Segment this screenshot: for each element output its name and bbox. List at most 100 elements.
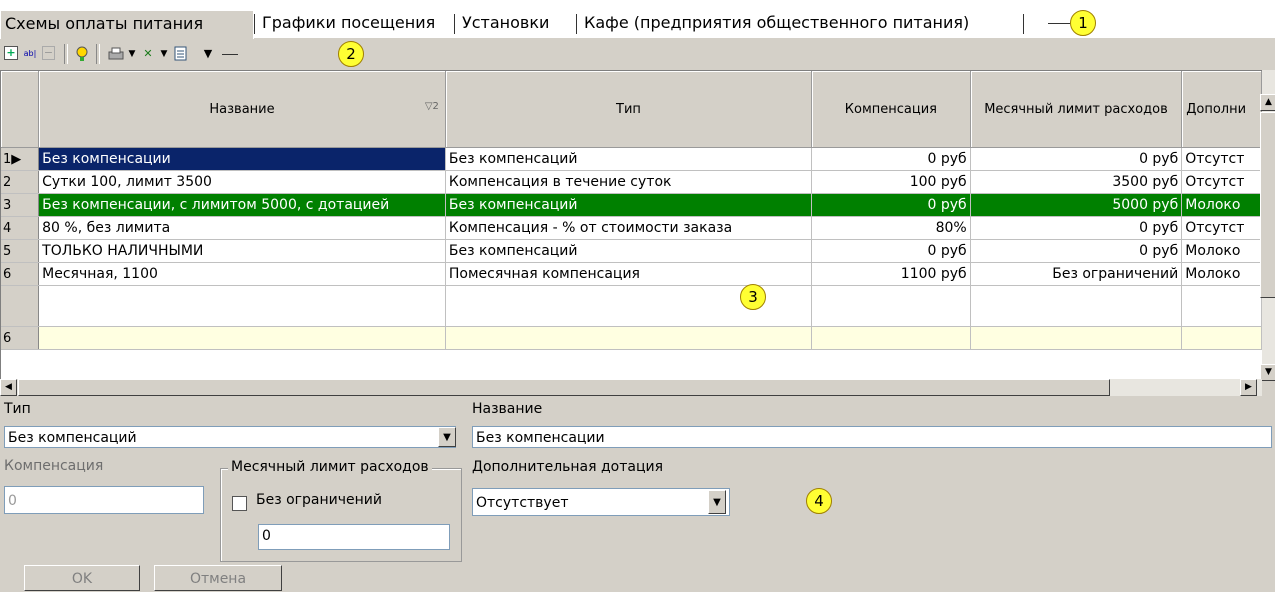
callout-pointer — [1048, 23, 1070, 24]
empty-cell — [970, 285, 1183, 327]
empty-cell — [38, 285, 446, 327]
cell-compensation[interactable]: 0 руб — [811, 239, 971, 263]
cell-type[interactable]: Без компенсаций — [445, 193, 813, 217]
cell-name[interactable]: Месячная, 1100 — [38, 262, 446, 286]
cell-monthly-limit[interactable]: Без ограничений — [970, 262, 1183, 286]
name-label: Название — [472, 401, 543, 417]
cell-type[interactable]: Компенсация в течение суток — [445, 170, 813, 194]
row-number — [1, 285, 40, 327]
cell-compensation[interactable]: 80% — [811, 216, 971, 240]
add-record-icon[interactable]: + — [4, 46, 18, 60]
chevron-down-icon[interactable]: ▼ — [124, 46, 140, 62]
scroll-thumb[interactable] — [1260, 112, 1275, 298]
cell-monthly-limit[interactable]: 3500 руб — [970, 170, 1183, 194]
tab-cafe[interactable]: Кафе (предприятия общественного питания) — [580, 10, 973, 36]
chevron-down-icon[interactable]: ▼ — [438, 427, 456, 447]
scroll-up-icon[interactable]: ▲ — [1260, 94, 1275, 111]
cell-compensation[interactable]: 0 руб — [811, 193, 971, 217]
delete-icon[interactable]: − — [42, 46, 55, 60]
cell-monthly-limit[interactable]: 0 руб — [970, 147, 1183, 171]
cell-extra[interactable]: Молоко — [1181, 239, 1262, 263]
toolbar: + ab| − ▼ ✕ ▼ ▼ 2 — [0, 38, 1275, 70]
unlimited-label: Без ограничений — [256, 492, 382, 508]
rename-icon[interactable]: ab| — [22, 46, 38, 62]
column-header-label: Название — [209, 101, 275, 117]
column-header-compensation[interactable]: Компенсация — [811, 71, 971, 148]
table-row[interactable]: 5 ТОЛЬКО НАЛИЧНЫМИ Без компенсаций 0 руб… — [1, 239, 1262, 263]
cell-name[interactable]: 80 %, без лимита — [38, 216, 446, 240]
tab-divider — [1023, 14, 1024, 34]
column-header-type[interactable]: Тип — [445, 71, 813, 148]
row-number: 4 — [1, 216, 40, 240]
horizontal-scrollbar[interactable]: ◀ ▶ — [0, 379, 1262, 396]
column-header-name[interactable]: Название ▽2 — [38, 71, 446, 148]
row-count: 6 — [1, 326, 40, 350]
unlimited-checkbox[interactable] — [232, 496, 247, 511]
cell-compensation[interactable]: 100 руб — [811, 170, 971, 194]
callout-pointer — [222, 54, 238, 55]
cell-type[interactable]: Без компенсаций — [445, 147, 813, 171]
monthly-limit-input[interactable]: 0 — [258, 524, 450, 550]
cell-extra[interactable]: Отсутст — [1181, 216, 1262, 240]
extra-subsidy-label: Дополнительная дотация — [472, 459, 664, 475]
table-row[interactable]: 1▶ Без компенсации Без компенсаций 0 руб… — [1, 147, 1262, 171]
cancel-button[interactable]: Отмена — [154, 565, 282, 591]
cell-monthly-limit[interactable]: 5000 руб — [970, 193, 1183, 217]
tab-attendance-schedules[interactable]: Графики посещения — [258, 10, 439, 36]
summary-row: 6 — [1, 326, 1262, 350]
payment-schemes-window: Схемы оплаты питания Графики посещения У… — [0, 8, 1275, 592]
sort-desc-icon: ▽2 — [424, 101, 439, 112]
chevron-down-icon[interactable]: ▼ — [708, 490, 726, 514]
summary-cell — [970, 326, 1183, 350]
scroll-thumb[interactable] — [18, 379, 1110, 396]
table-row[interactable]: 3 Без компенсации, с лимитом 5000, с дот… — [1, 193, 1262, 217]
ok-button[interactable]: OK — [24, 565, 140, 591]
cell-type[interactable]: Без компенсаций — [445, 239, 813, 263]
type-select[interactable]: Без компенсаций — [4, 426, 456, 448]
tab-payment-schemes[interactable]: Схемы оплаты питания — [0, 10, 254, 39]
table-row[interactable]: 6 Месячная, 1100 Помесячная компенсация … — [1, 262, 1262, 286]
vertical-scrollbar[interactable]: ▲ ▼ — [1260, 70, 1275, 381]
cell-compensation[interactable]: 1100 руб — [811, 262, 971, 286]
print-icon[interactable] — [108, 46, 124, 62]
callout-2: 2 — [338, 41, 364, 67]
cell-extra[interactable]: Молоко — [1181, 262, 1262, 286]
table-row[interactable]: 2 Сутки 100, лимит 3500 Компенсация в те… — [1, 170, 1262, 194]
compensation-input[interactable]: 0 — [4, 486, 204, 514]
name-input[interactable]: Без компенсации — [472, 426, 1272, 448]
empty-row — [1, 285, 1262, 327]
cell-extra[interactable]: Отсутст — [1181, 147, 1262, 171]
empty-cell — [1181, 285, 1262, 327]
cell-type[interactable]: Компенсация - % от стоимости заказа — [445, 216, 813, 240]
cell-extra[interactable]: Молоко — [1181, 193, 1262, 217]
callout-1: 1 — [1070, 10, 1096, 36]
cell-extra[interactable]: Отсутст — [1181, 170, 1262, 194]
cell-name[interactable]: ТОЛЬКО НАЛИЧНЫМИ — [38, 239, 446, 263]
column-header-extra[interactable]: Дополни — [1181, 71, 1262, 148]
cell-compensation[interactable]: 0 руб — [811, 147, 971, 171]
excel-export-icon[interactable]: ✕ — [140, 46, 156, 62]
compensation-label: Компенсация — [4, 458, 104, 474]
tab-settings[interactable]: Установки — [458, 10, 553, 36]
scroll-left-icon[interactable]: ◀ — [0, 379, 17, 396]
cell-monthly-limit[interactable]: 0 руб — [970, 239, 1183, 263]
type-label: Тип — [4, 401, 31, 417]
row-header-corner — [1, 71, 40, 148]
summary-cell — [1181, 326, 1262, 350]
summary-cell — [811, 326, 971, 350]
cell-name[interactable]: Без компенсации — [38, 147, 446, 171]
cell-type[interactable]: Помесячная компенсация — [445, 262, 813, 286]
tip-icon[interactable] — [74, 46, 90, 62]
chevron-down-icon[interactable]: ▼ — [156, 46, 172, 62]
monthly-limit-group-label: Месячный лимит расходов — [228, 459, 432, 475]
cell-name[interactable]: Без компенсации, с лимитом 5000, с дотац… — [38, 193, 446, 217]
cell-name[interactable]: Сутки 100, лимит 3500 — [38, 170, 446, 194]
cell-monthly-limit[interactable]: 0 руб — [970, 216, 1183, 240]
column-header-monthly-limit[interactable]: Месячный лимит расходов — [970, 71, 1183, 148]
table-row[interactable]: 4 80 %, без лимита Компенсация - % от ст… — [1, 216, 1262, 240]
chevron-down-icon[interactable]: ▼ — [200, 46, 216, 62]
scroll-right-icon[interactable]: ▶ — [1240, 379, 1257, 396]
scroll-down-icon[interactable]: ▼ — [1260, 364, 1275, 381]
extra-subsidy-select[interactable]: Отсутствует — [472, 488, 730, 516]
columns-icon[interactable] — [174, 46, 190, 62]
